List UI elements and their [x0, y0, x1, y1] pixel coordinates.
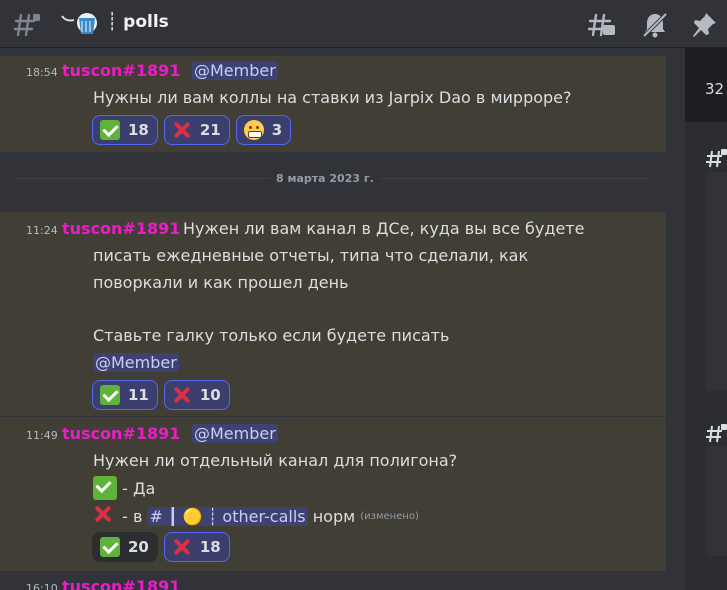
message-timestamp[interactable]: 11:24 — [26, 224, 58, 237]
white-check-mark-icon — [100, 385, 120, 405]
author-name[interactable]: tuscon#1891 — [62, 219, 180, 238]
white-check-mark-icon — [100, 537, 120, 557]
message-text: писать ежедневные отчеты, типа что сдела… — [93, 246, 529, 265]
mute-notifications-icon[interactable] — [641, 11, 669, 39]
channel-title: ┊ polls — [107, 12, 169, 32]
reactions-bar: 18 21 3 — [92, 115, 292, 145]
author-name[interactable]: tuscon#1891 — [62, 424, 180, 443]
message-text: Ставьте галку только если будете писать — [93, 326, 450, 345]
channel-mention[interactable]: # ┃ 🟡 ┊ other-calls — [147, 506, 308, 526]
text-channel-locked-icon — [14, 13, 40, 37]
message-timestamp[interactable]: 11:49 — [26, 429, 58, 442]
reactions-bar: 11 10 — [92, 380, 230, 410]
reaction-count: 21 — [199, 121, 221, 139]
message-item[interactable]: 18:54 tuscon#1891 @Member Нужны ли вам к… — [0, 56, 666, 152]
member-count: 32 — [705, 80, 725, 98]
reaction-count: 10 — [199, 386, 221, 404]
author-name[interactable]: tuscon#1891 — [62, 61, 180, 80]
reaction-grimace[interactable]: 3 — [235, 115, 292, 145]
cross-mark-icon — [172, 537, 192, 557]
reaction-check[interactable]: 11 — [92, 380, 158, 410]
message-author[interactable]: tuscon#1891 @Member — [62, 61, 278, 80]
message-text: Нужен ли отдельный канал для полигона? — [93, 451, 458, 470]
message-item[interactable]: 11:49 tuscon#1891 @Member Нужен ли отдел… — [0, 417, 666, 571]
message-text: Нужны ли вам коллы на ставки из Jarpix D… — [93, 88, 572, 107]
date-divider-label: 8 марта 2023 г. — [270, 172, 380, 185]
reaction-cross[interactable]: 10 — [163, 380, 230, 410]
message-item[interactable]: 16:10 tuscon#1891 — [0, 572, 666, 590]
edited-label: (изменено) — [360, 510, 419, 522]
reaction-count: 3 — [271, 121, 283, 139]
reaction-cross[interactable]: 18 — [163, 532, 230, 562]
reaction-cross[interactable]: 21 — [163, 115, 230, 145]
message-author[interactable]: tuscon#1891 @Member — [62, 424, 278, 443]
threads-icon[interactable] — [588, 11, 616, 39]
reaction-count: 18 — [199, 538, 221, 556]
message-list[interactable]: 18:54 tuscon#1891 @Member Нужны ли вам к… — [0, 48, 666, 590]
reaction-count: 11 — [128, 386, 149, 404]
cross-mark-icon — [172, 385, 192, 405]
role-mention[interactable]: @Member — [191, 424, 278, 443]
reaction-check[interactable]: 18 — [92, 115, 158, 145]
reaction-check[interactable]: 20 — [92, 532, 158, 562]
reaction-count: 18 — [128, 121, 149, 139]
right-sidebar: 32 — [685, 48, 727, 590]
message-timestamp[interactable]: 16:10 — [26, 582, 58, 590]
channel-preview-card[interactable] — [705, 446, 727, 556]
author-name[interactable]: tuscon#1891 — [62, 577, 180, 590]
channel-preview-card[interactable] — [705, 172, 727, 390]
white-check-mark-icon — [93, 476, 117, 500]
pin-icon[interactable] — [690, 11, 718, 39]
trash-can-emoji-icon — [61, 13, 97, 34]
reaction-count: 20 — [128, 538, 149, 556]
message-text: Нужен ли вам канал в ДСе, куда вы все бу… — [183, 219, 585, 238]
role-mention[interactable]: @Member — [191, 61, 278, 80]
text-channel-locked-icon — [706, 149, 727, 168]
cross-mark-icon — [172, 120, 192, 140]
poll-option-no: - в # ┃ 🟡 ┊ other-calls норм (изменено) — [93, 504, 419, 528]
reactions-bar: 20 18 — [92, 532, 230, 562]
message-timestamp[interactable]: 18:54 — [26, 66, 58, 79]
message-item[interactable]: 11:24 tuscon#1891 Нужен ли вам канал в Д… — [0, 212, 666, 416]
member-count-card: 32 — [685, 48, 727, 122]
channel-header: ┊ polls — [0, 0, 727, 48]
white-check-mark-icon — [100, 120, 120, 140]
text-channel-locked-icon — [706, 424, 727, 443]
cross-mark-icon — [93, 504, 117, 528]
grimacing-face-icon — [243, 120, 264, 140]
message-text: @Member — [93, 353, 179, 372]
message-text: поворкали и как прошел день — [93, 273, 349, 292]
role-mention[interactable]: @Member — [93, 353, 179, 372]
poll-option-yes: - Да — [93, 476, 155, 500]
